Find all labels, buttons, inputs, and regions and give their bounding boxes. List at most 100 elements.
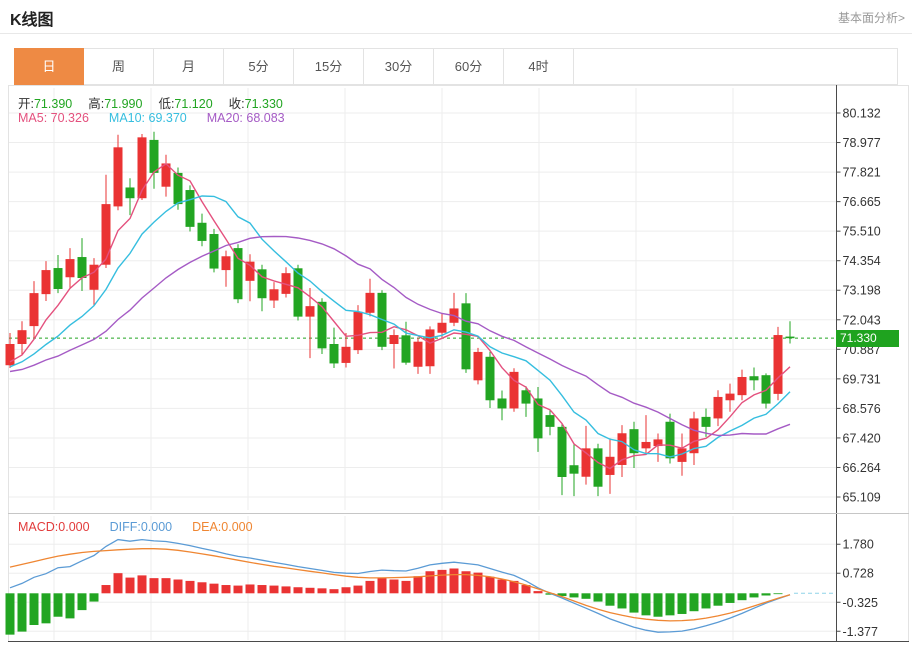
macd-bar [342,587,351,593]
macd-bar [102,585,111,593]
diff-value-label: DIFF:0.000 [110,520,173,534]
macd-bar [318,588,327,593]
macd-bar [738,593,747,600]
candle-body [6,344,15,365]
candle-body [66,259,75,277]
close-value: 71.330 [245,97,283,111]
candle-body [78,257,87,278]
macd-bar [642,593,651,615]
macd-axis-label: 0.728 [843,567,874,581]
candle-body [402,335,411,362]
close-label: 收: [229,97,245,111]
macd-bar [762,593,771,595]
price-axis-label: 68.576 [843,402,881,416]
price-axis-label: 74.354 [843,254,881,268]
ma10-legend: MA10: 69.370 [109,111,187,125]
candle-body [774,335,783,394]
candle-body [126,187,135,198]
macd-bar [414,576,423,593]
macd-bar [378,578,387,593]
candle-body [594,448,603,486]
macd-bar [126,578,135,594]
candle-body [54,268,63,289]
high-label: 高: [88,97,104,111]
macd-bar [678,593,687,614]
candle-body [642,442,651,448]
panel-separator [8,513,909,514]
candle-body [222,256,231,270]
candle-body [462,303,471,369]
candle-body [234,248,243,299]
candle-body [414,342,423,367]
dea-value-label: DEA:0.000 [192,520,252,534]
macd-bar [66,593,75,618]
macd-bar [654,593,663,616]
candle-body [714,397,723,418]
candle-body [702,417,711,427]
candle-body [30,293,39,326]
price-axis-label: 66.264 [843,461,881,475]
ma-legend: MA5: 70.326MA10: 69.370MA20: 68.083 [18,111,285,125]
candle-body [390,335,399,344]
price-axis-label: 80.132 [843,107,881,121]
price-axis-label: 78.977 [843,136,881,150]
price-axis-label: 67.420 [843,431,881,445]
macd-bar [534,591,543,593]
candle-body [186,190,195,227]
macd-bar [426,571,435,593]
macd-bar [702,593,711,608]
macd-bar [246,584,255,593]
macd-bar [174,580,183,594]
candle-body [486,357,495,400]
macd-bar [582,593,591,599]
kline-widget: K线图 基本面分析> 日 周 月 5分 15分 30分 60分 4时 80.13… [0,0,912,645]
candle-body [474,352,483,380]
macd-bar [162,578,171,593]
ma20-line [10,237,790,436]
macd-bar [198,582,207,593]
macd-bar [594,593,603,601]
macd-axis-label: -1.377 [843,625,878,639]
macd-bar [78,593,87,610]
macd-bar [42,593,51,623]
candle-body [570,465,579,473]
macd-bar [234,586,243,594]
macd-bar [258,585,267,593]
price-axis-label: 69.731 [843,372,881,386]
macd-bar [750,593,759,597]
macd-bar [690,593,699,611]
candle-body [342,347,351,363]
candle-body [438,323,447,333]
macd-bar [138,575,147,593]
macd-bar [498,580,507,594]
candle-body [150,140,159,173]
price-axis-label: 75.510 [843,225,881,239]
price-axis-label: 72.043 [843,313,881,327]
candle-body [498,398,507,408]
macd-bar [186,581,195,593]
macd-bar [150,578,159,593]
candle-body [42,270,51,294]
candle-body [726,394,735,401]
macd-bar [606,593,615,605]
ma20-legend: MA20: 68.083 [207,111,285,125]
macd-bar [222,585,231,593]
macd-bar [90,593,99,601]
macd-bar [18,593,27,631]
low-label: 低: [158,97,174,111]
candle-body [198,223,207,241]
macd-bar [354,586,363,594]
open-label: 开: [18,97,34,111]
candle-body [750,376,759,380]
price-axis-label: 73.198 [843,284,881,298]
candle-body [270,289,279,300]
ma10-line [10,196,790,457]
macd-bar [210,584,219,594]
macd-bar [618,593,627,608]
macd-bar [726,593,735,603]
macd-bar [570,593,579,597]
candle-body [174,173,183,204]
macd-value-label: MACD:0.000 [18,520,90,534]
candle-body [366,293,375,313]
macd-bar [330,589,339,593]
